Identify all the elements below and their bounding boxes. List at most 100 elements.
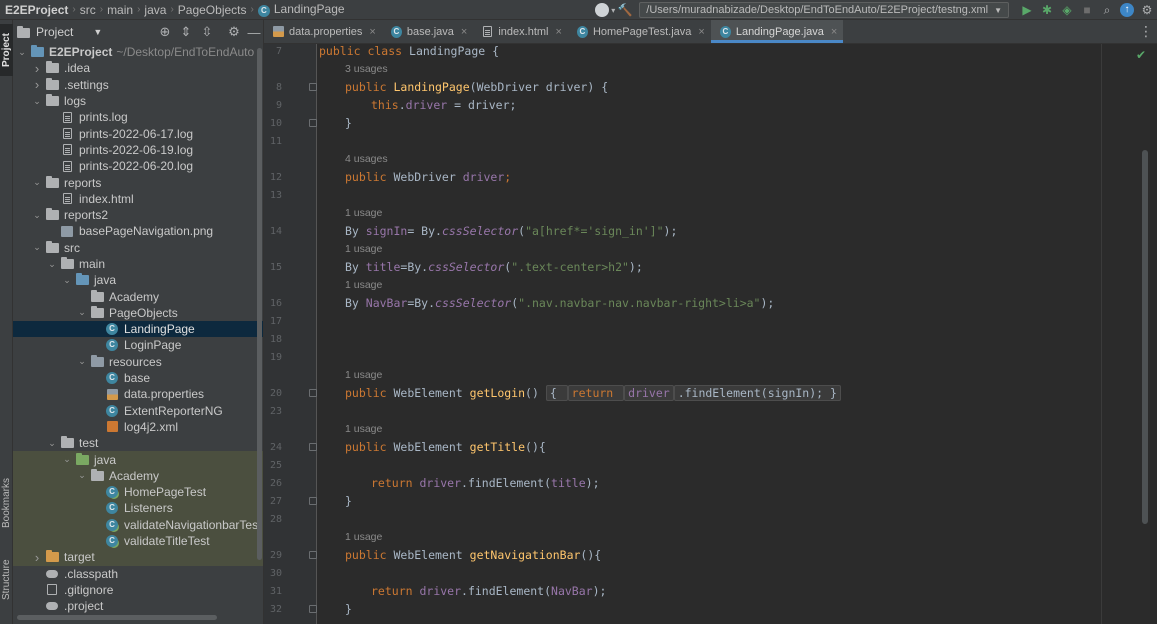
update-icon[interactable]: ↑ (1117, 1, 1137, 19)
close-icon[interactable]: × (556, 26, 562, 38)
tree-item[interactable]: .project (13, 598, 263, 614)
breadcrumb-item[interactable]: E2EProject (5, 3, 68, 17)
coverage-icon[interactable]: ◈ (1057, 1, 1077, 19)
chevron-down-icon[interactable]: ⌄ (77, 470, 87, 481)
editor-tab[interactable]: C LandingPage.java × (710, 20, 844, 43)
breadcrumb-item[interactable]: src (80, 3, 96, 17)
tree-item[interactable]: data.properties (13, 386, 263, 402)
gear-icon[interactable]: ⚙ (225, 23, 243, 41)
chevron-down-icon[interactable]: ⌄ (77, 307, 87, 318)
usages-hint[interactable]: 1 usage (345, 423, 382, 435)
usages-hint[interactable]: 3 usages (345, 63, 388, 75)
tree-item[interactable]: .classpath (13, 566, 263, 582)
editor-tab[interactable]: Cbase.java × (382, 20, 474, 43)
chevron-down-icon[interactable]: ⌄ (62, 275, 72, 286)
fold-marker-icon[interactable] (309, 497, 317, 505)
fold-marker-icon[interactable] (309, 389, 317, 397)
chevron-down-icon[interactable]: ⌄ (32, 96, 42, 107)
search-icon[interactable]: ⌕ (1097, 1, 1117, 19)
tree-item[interactable]: CvalidateNavigationbarTest (13, 516, 263, 533)
close-icon[interactable]: × (698, 26, 704, 38)
editor-tab[interactable]: data.properties × (264, 20, 382, 43)
close-icon[interactable]: × (831, 26, 837, 38)
tree-item[interactable]: C LandingPage (13, 321, 263, 338)
breadcrumb-item[interactable]: main (107, 3, 133, 17)
debug-icon[interactable]: ✱ (1037, 1, 1057, 19)
chevron-right-icon[interactable]: › (32, 550, 42, 565)
usages-hint[interactable]: 1 usage (345, 369, 382, 381)
fold-marker-icon[interactable] (309, 551, 317, 559)
editor-tab[interactable]: index.html × (473, 20, 568, 43)
chevron-down-icon[interactable]: ⌄ (77, 356, 87, 367)
hide-icon[interactable]: — (245, 23, 263, 41)
chevron-down-icon[interactable]: ⌄ (32, 242, 42, 253)
usages-hint[interactable]: 1 usage (345, 279, 382, 291)
fold-marker-icon[interactable] (309, 83, 317, 91)
usages-hint[interactable]: 1 usage (345, 243, 382, 255)
tree-item[interactable]: ⌄ Academy (13, 467, 263, 485)
tree-item[interactable]: C Listeners (13, 500, 263, 517)
chevron-down-icon[interactable]: ⌄ (62, 454, 72, 465)
build-icon[interactable]: 🔨 (615, 1, 635, 19)
tree-item[interactable]: index.html (13, 191, 263, 207)
tree-item[interactable]: ⌄ src (13, 240, 263, 256)
tree-item[interactable]: prints-2022-06-19.log (13, 142, 263, 158)
project-tool-tab[interactable]: Project (0, 24, 13, 76)
close-icon[interactable]: × (369, 26, 375, 38)
chevron-down-icon[interactable]: ⌄ (47, 438, 57, 449)
tree-item[interactable]: prints-2022-06-17.log (13, 125, 263, 141)
tree-item[interactable]: › .settings (13, 77, 263, 93)
tree-item[interactable]: basePageNavigation.png (13, 223, 263, 239)
tree-item[interactable]: › target (13, 549, 263, 566)
close-icon[interactable]: × (461, 26, 467, 38)
project-vertical-scrollbar[interactable] (257, 48, 262, 560)
editor-vertical-scrollbar[interactable] (1142, 150, 1148, 524)
project-horizontal-scrollbar[interactable] (17, 615, 217, 620)
fold-marker-icon[interactable] (309, 605, 317, 613)
tree-item[interactable]: ⌄ reports (13, 174, 263, 190)
usages-hint[interactable]: 1 usage (345, 531, 382, 543)
stop-icon[interactable]: ■ (1077, 1, 1097, 19)
chevron-down-icon[interactable]: ⌄ (32, 177, 42, 188)
breadcrumb-item[interactable]: C LandingPage (257, 2, 345, 17)
fold-marker-icon[interactable] (309, 119, 317, 127)
tree-item[interactable]: CvalidateTitleTest (13, 532, 263, 550)
tree-item[interactable]: Academy (13, 288, 263, 304)
chevron-right-icon[interactable]: › (32, 61, 42, 76)
breadcrumb-item[interactable]: PageObjects (178, 3, 247, 17)
tree-item[interactable]: ⌄ test (13, 435, 263, 451)
tree-item[interactable]: ⌄ java (13, 272, 263, 288)
locate-icon[interactable]: ⊕ (156, 23, 174, 41)
code-editor[interactable]: 7 public class LandingPage {3 usages 8 publ… (264, 44, 1157, 624)
project-view-selector[interactable]: Project ▼ (17, 25, 102, 39)
user-icon[interactable]: ▾ (595, 1, 615, 19)
inspection-ok-icon[interactable]: ✔ (1136, 48, 1146, 62)
tree-item[interactable]: log4j2.xml (13, 419, 263, 435)
chevron-down-icon[interactable]: ⌄ (17, 47, 27, 58)
tree-item[interactable]: C LoginPage (13, 337, 263, 353)
tree-item[interactable]: ⌄ logs (13, 93, 263, 109)
settings-icon[interactable]: ⚙ (1137, 1, 1157, 19)
usages-hint[interactable]: 4 usages (345, 153, 388, 165)
tree-item[interactable]: ⌄ java (13, 451, 263, 468)
tree-item[interactable]: ⌄ resources (13, 354, 263, 370)
tree-item[interactable]: › .idea (13, 60, 263, 76)
tree-item[interactable]: .gitignore (13, 582, 263, 598)
more-tabs-icon[interactable]: ⋮ (1135, 20, 1157, 43)
editor-tab[interactable]: C HomePageTest.java × (568, 20, 711, 43)
usages-hint[interactable]: 1 usage (345, 207, 382, 219)
chevron-down-icon[interactable]: ⌄ (32, 210, 42, 221)
tree-item[interactable]: prints-2022-06-20.log (13, 158, 263, 174)
tree-item[interactable]: C ExtentReporterNG (13, 403, 263, 419)
chevron-right-icon[interactable]: › (32, 77, 42, 92)
chevron-down-icon[interactable]: ⌄ (47, 259, 57, 270)
tree-item[interactable]: prints.log (13, 109, 263, 125)
tree-item[interactable]: ⌄ main (13, 256, 263, 272)
structure-tool-tab[interactable]: Structure (0, 550, 13, 610)
tree-item[interactable]: ⌄ PageObjects (13, 305, 263, 321)
expand-all-icon[interactable]: ⇕ (177, 23, 195, 41)
fold-marker-icon[interactable] (309, 443, 317, 451)
breadcrumb-item[interactable]: java (144, 3, 166, 17)
run-configuration-select[interactable]: /Users/muradnabizade/Desktop/EndToEndAut… (639, 2, 1009, 18)
run-icon[interactable]: ▶ (1017, 1, 1037, 19)
